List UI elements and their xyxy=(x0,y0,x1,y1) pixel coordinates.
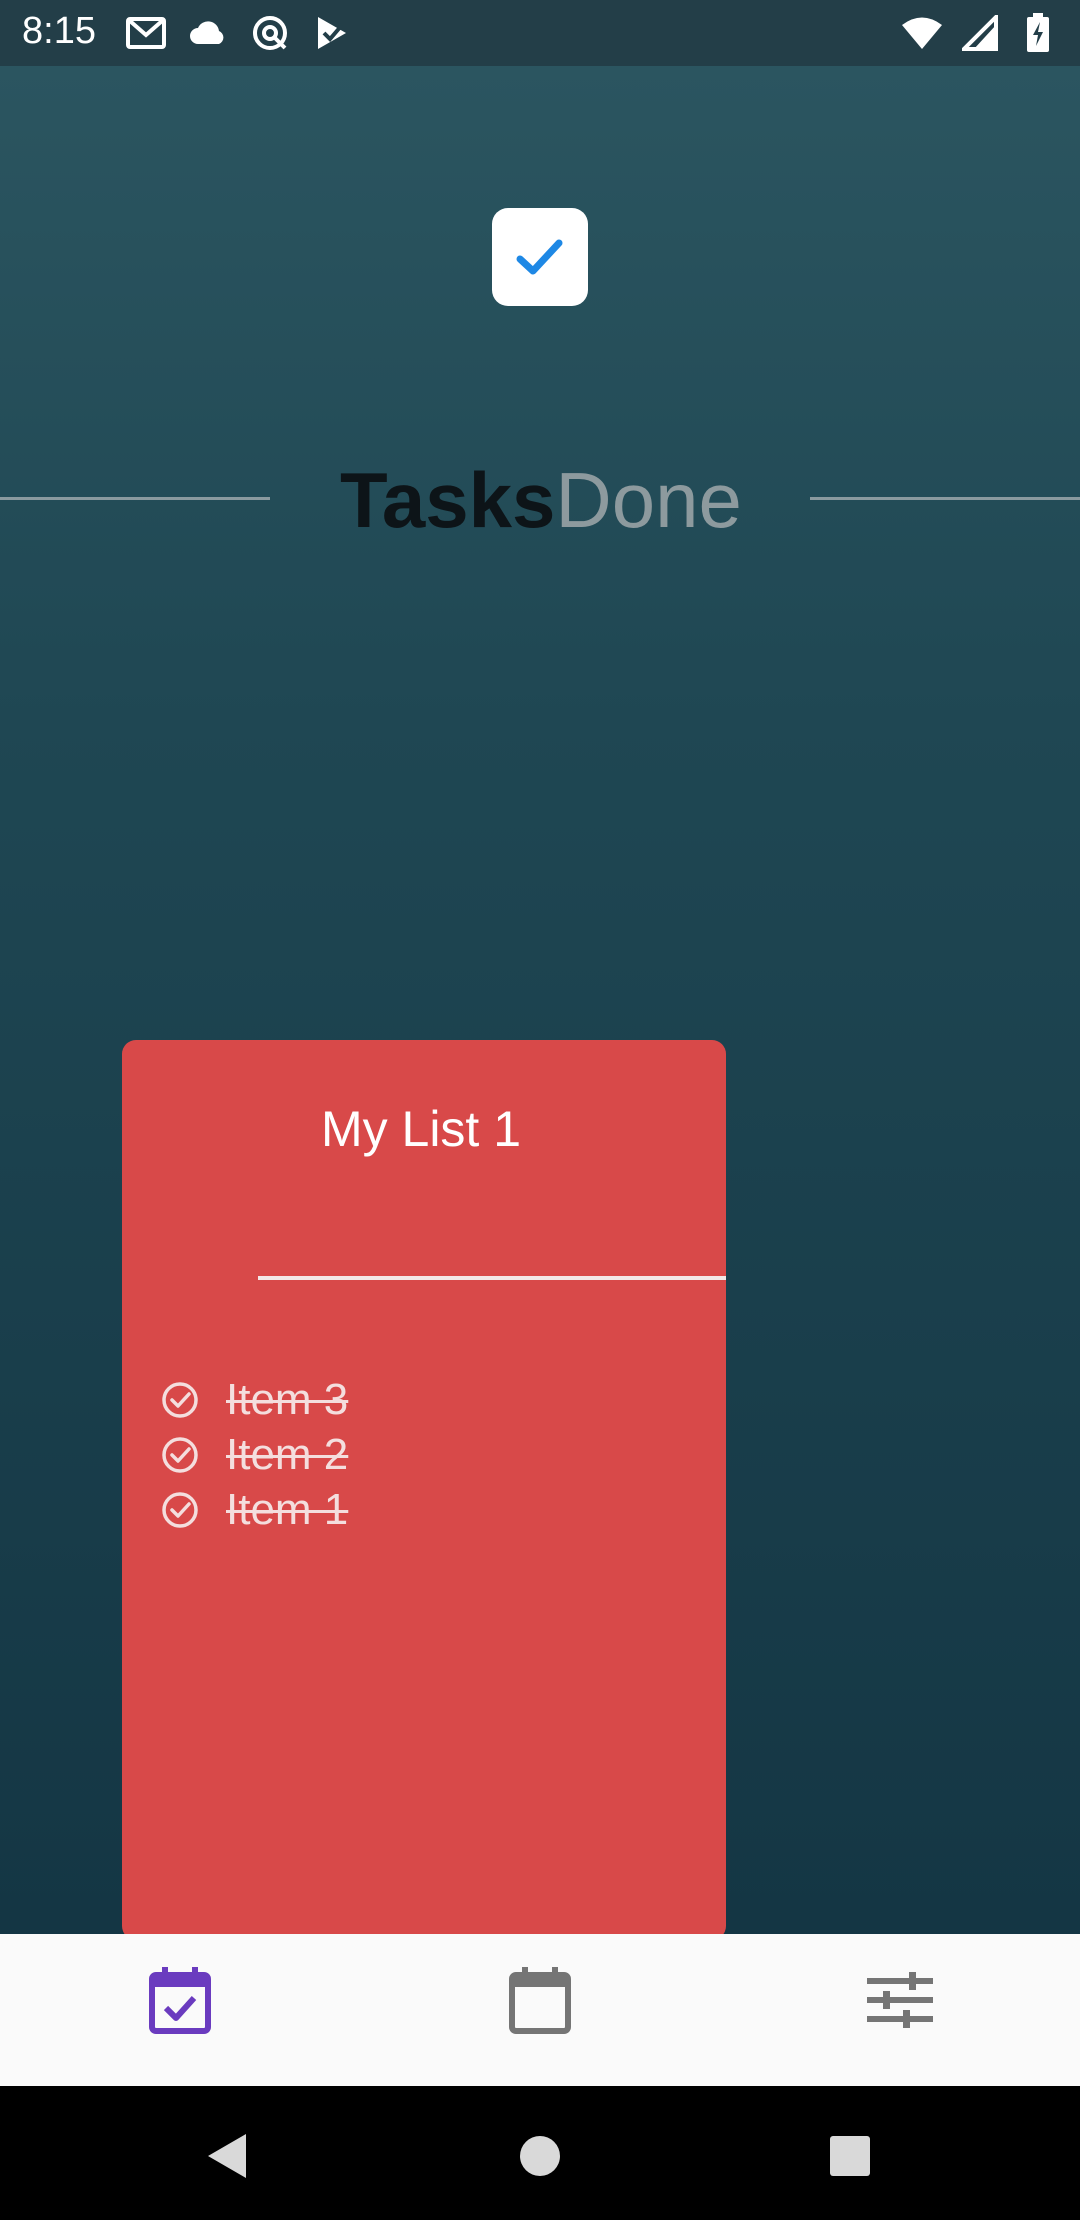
task-label: Item 2 xyxy=(226,1429,349,1479)
check-circle-icon xyxy=(162,1436,198,1473)
play-store-icon xyxy=(310,12,354,54)
battery-charging-icon xyxy=(1016,12,1060,54)
main-content: TasksDone My List 1 Item 3 Item 2 Item 1 xyxy=(0,66,1080,1934)
recents-icon xyxy=(830,2136,870,2176)
app-title-light: Done xyxy=(555,456,742,544)
system-navigation xyxy=(0,2086,1080,2220)
check-circle-icon xyxy=(162,1491,198,1528)
sync-icon xyxy=(248,12,292,54)
title-divider-left xyxy=(0,497,270,500)
task-item[interactable]: Item 3 xyxy=(160,1372,348,1427)
check-circle-icon xyxy=(162,1381,198,1418)
status-time: 8:15 xyxy=(22,10,96,52)
title-divider-right xyxy=(810,497,1080,500)
calendar-check-icon xyxy=(149,1967,211,2034)
app-logo xyxy=(492,208,588,306)
list-title: My List 1 xyxy=(320,1101,522,1157)
nav-tasks[interactable] xyxy=(140,1960,220,2040)
system-status-icons xyxy=(900,12,1060,54)
home-icon xyxy=(520,2136,560,2176)
signal-icon xyxy=(958,12,1002,54)
nav-calendar[interactable] xyxy=(500,1960,580,2040)
back-button[interactable] xyxy=(198,2126,258,2186)
bottom-navigation xyxy=(0,1934,1080,2086)
check-icon xyxy=(516,239,563,275)
notification-icons xyxy=(124,12,354,54)
app-title-bold: Tasks xyxy=(340,456,556,544)
task-label: Item 3 xyxy=(226,1374,349,1424)
calendar-icon xyxy=(509,1967,571,2034)
status-bar: 8:15 xyxy=(0,0,1080,66)
app-title: TasksDone xyxy=(340,450,742,550)
task-item[interactable]: Item 1 xyxy=(160,1482,348,1537)
home-button[interactable] xyxy=(510,2126,570,2186)
task-label: Item 1 xyxy=(226,1484,349,1534)
task-item[interactable]: Item 2 xyxy=(160,1427,348,1482)
list-card[interactable]: My List 1 Item 3 Item 2 Item 1 xyxy=(122,1040,726,1934)
list-title-divider xyxy=(258,1276,726,1280)
nav-settings[interactable] xyxy=(860,1960,940,2040)
wifi-icon xyxy=(900,12,944,54)
recents-button[interactable] xyxy=(820,2126,880,2186)
back-icon xyxy=(208,2134,246,2178)
task-list: Item 3 Item 2 Item 1 xyxy=(160,1372,348,1537)
gmail-icon xyxy=(124,12,168,54)
cloud-icon xyxy=(186,12,230,54)
sliders-icon xyxy=(867,1972,933,2028)
